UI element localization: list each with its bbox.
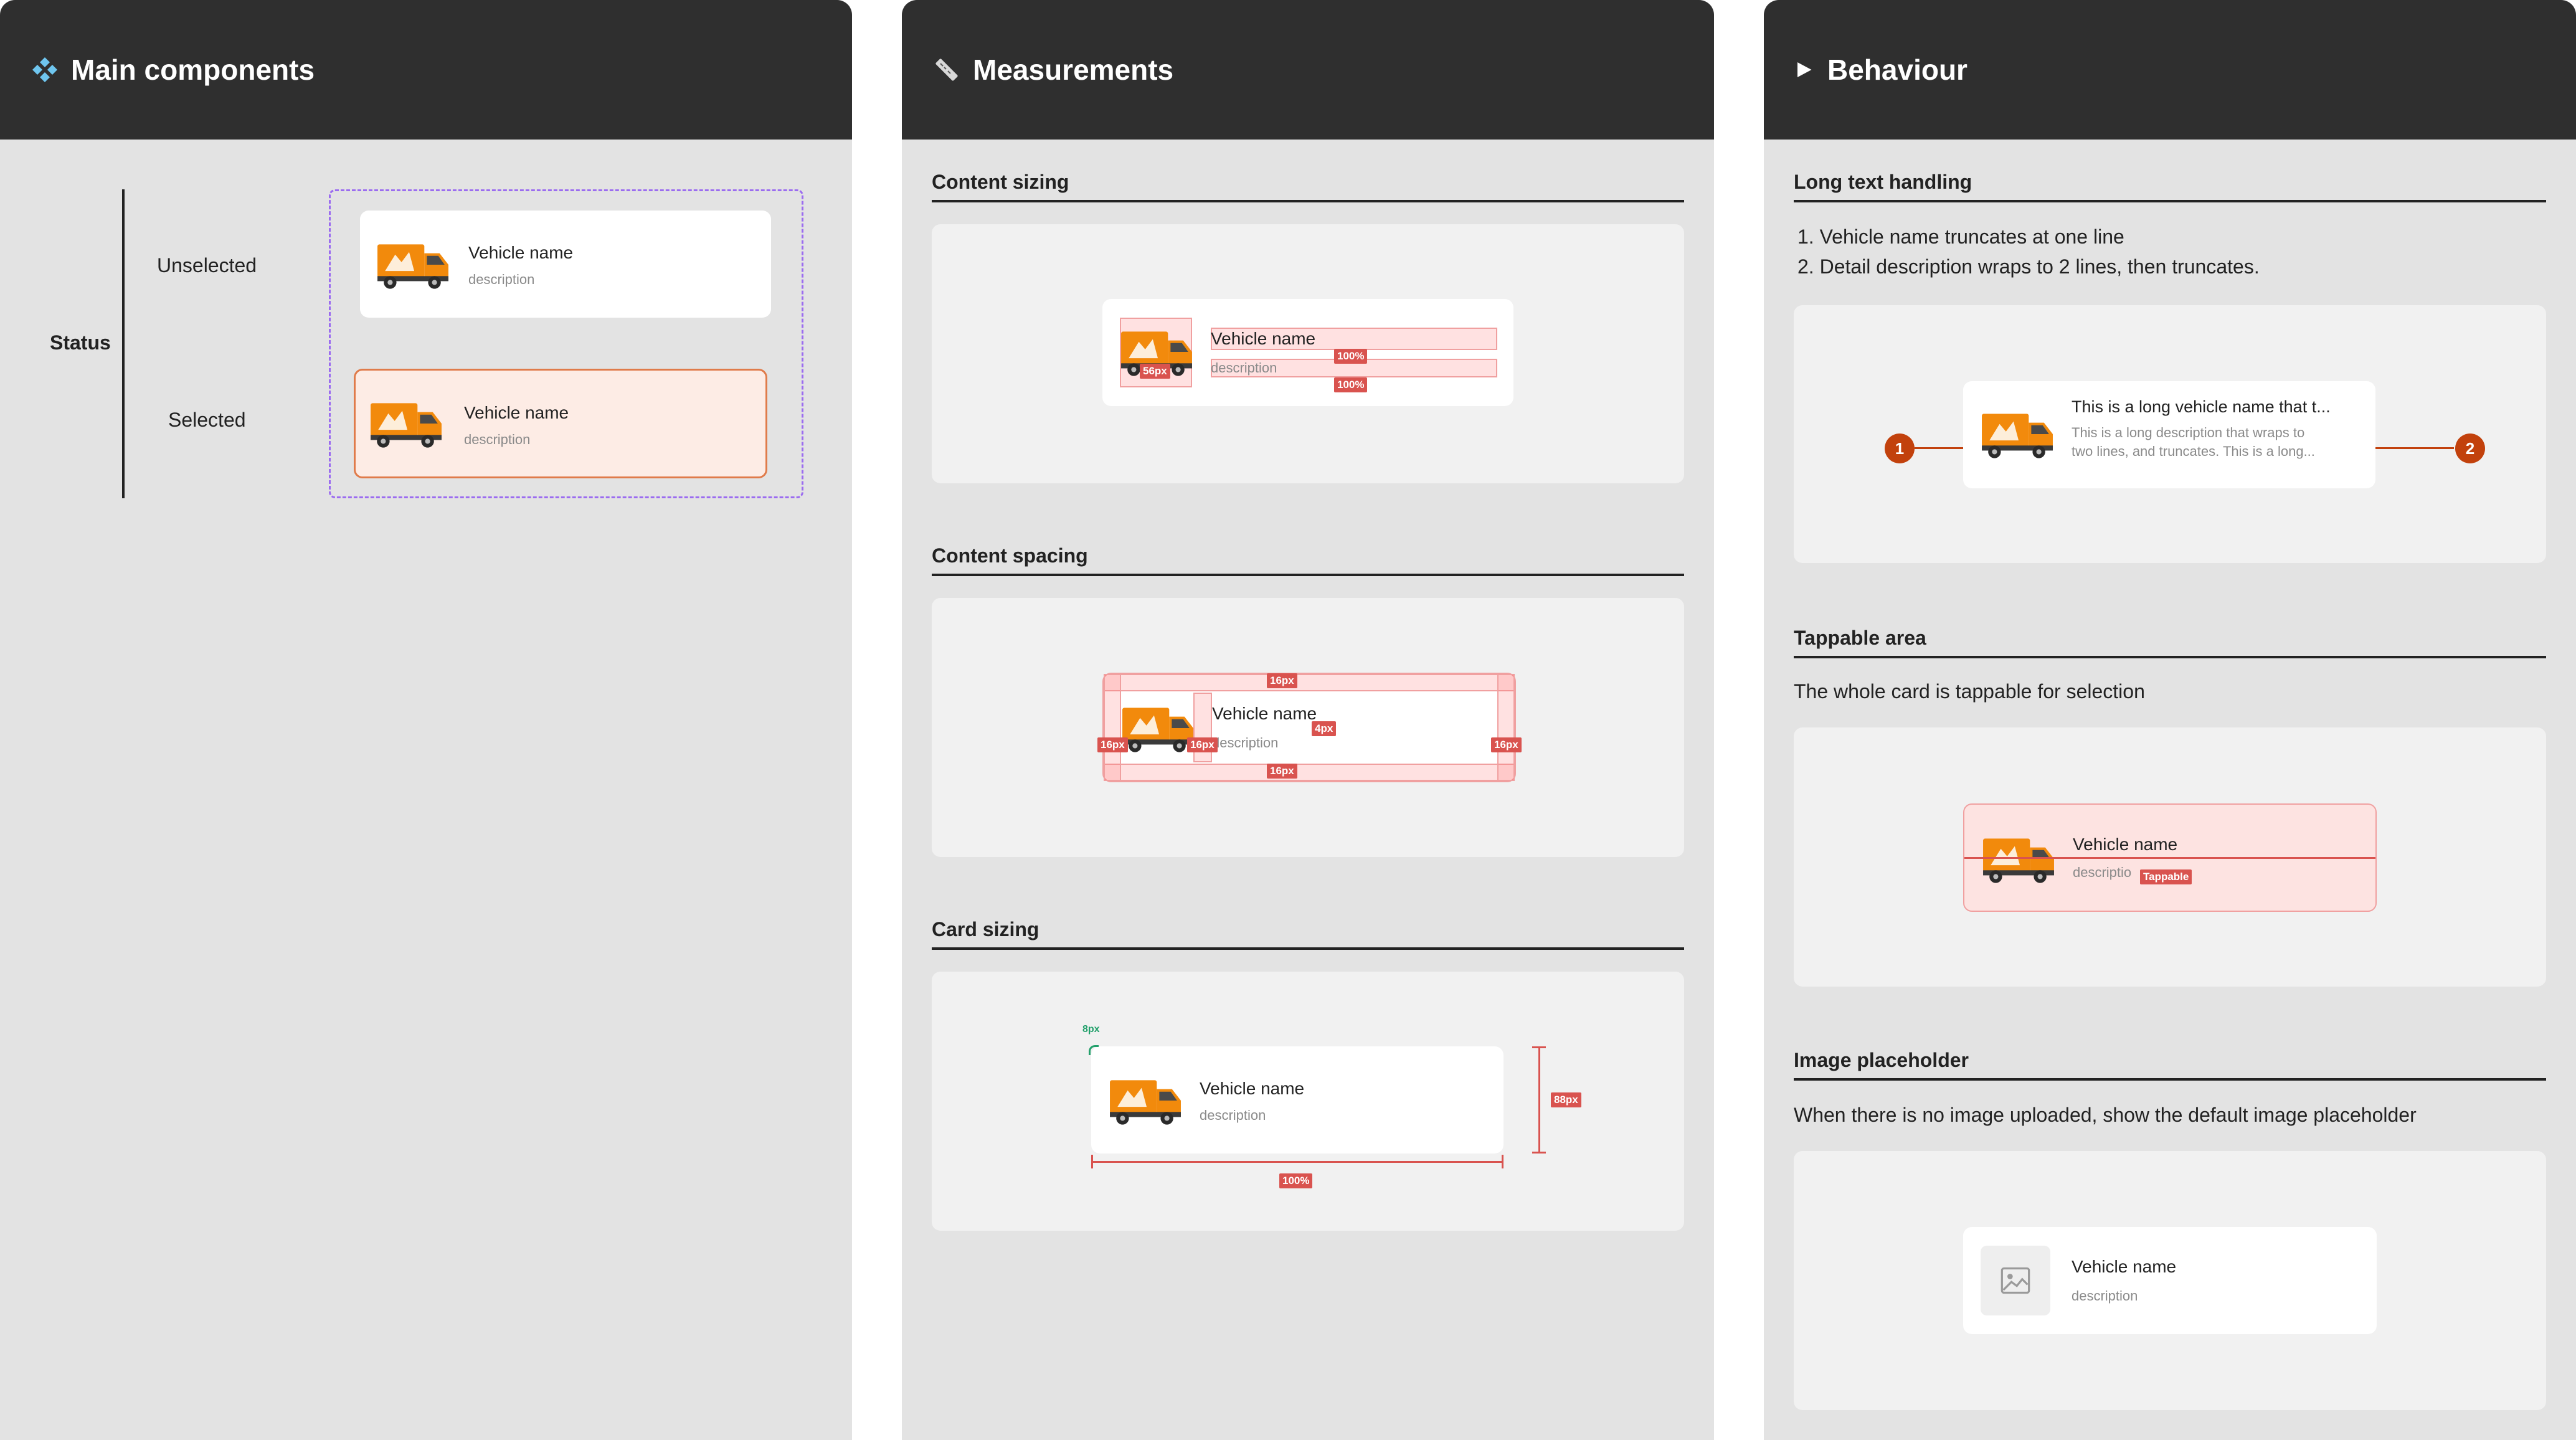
section-title-long-text: Long text handling — [1794, 171, 2546, 202]
section-title-image-placeholder: Image placeholder — [1794, 1049, 2546, 1081]
height-tag: 88px — [1551, 1092, 1581, 1107]
vehicle-name: This is a long vehicle name that t... — [2072, 397, 2331, 416]
vehicle-name: Vehicle name — [1212, 704, 1317, 723]
desc-width-tag: 100% — [1334, 377, 1368, 392]
vehicle-description: description — [1200, 1107, 1266, 1123]
vehicle-description: description — [1211, 360, 1277, 376]
component-diamond-icon — [32, 57, 57, 82]
vehicle-card-selected[interactable]: Vehicle name description — [354, 369, 767, 478]
vehicle-card: Vehicle name description — [1091, 1046, 1503, 1153]
card-sizing-demo: Vehicle name description 8px 88px 100% — [932, 972, 1684, 1231]
rule-text: Vehicle name truncates at one line — [1819, 225, 2124, 248]
vehicle-image — [1982, 414, 2053, 458]
vehicle-name: Vehicle name — [464, 403, 569, 422]
long-text-demo: 1 2 This is a long vehicle name that t..… — [1794, 305, 2546, 563]
panel-header: Main components — [0, 0, 852, 140]
panel-title-text: Main components — [71, 54, 315, 86]
width-cap-left — [1091, 1155, 1093, 1168]
panel-title-text: Behaviour — [1827, 54, 1968, 86]
vehicle-name: Vehicle name — [2073, 835, 2178, 854]
height-cap-top — [1532, 1046, 1546, 1048]
panel-title: Measurements — [932, 49, 1173, 91]
width-line — [1091, 1161, 1503, 1163]
name-width-tag: 100% — [1334, 349, 1368, 364]
marker-1: 1 — [1885, 433, 1915, 463]
callout-line-2 — [2367, 447, 2454, 449]
panel-title-text: Measurements — [973, 54, 1174, 86]
width-cap-right — [1502, 1155, 1503, 1168]
width-tag: 100% — [1279, 1173, 1313, 1188]
section-title-content-sizing: Content sizing — [932, 171, 1684, 202]
gap-tag: 16px — [1187, 737, 1218, 752]
image-placeholder-demo: Vehicle name description — [1794, 1151, 2546, 1410]
vehicle-name: Vehicle name — [1200, 1079, 1305, 1098]
long-text-rule-1: 1. Vehicle name truncates at one line — [1797, 225, 2124, 248]
vehicle-description-line-1: This is a long description that wraps to — [2072, 425, 2305, 440]
behaviour-panel: Behaviour Long text handling 1. Vehicle … — [1764, 0, 2576, 1440]
image-placeholder-box — [1981, 1246, 2050, 1315]
panel-title: Main components — [30, 49, 315, 91]
padding-left-highlight — [1104, 674, 1121, 781]
panel-header: Measurements — [902, 0, 1714, 140]
vehicle-image — [1122, 708, 1193, 752]
play-triangle-icon — [1797, 62, 1812, 77]
section-title-card-sizing: Card sizing — [932, 918, 1684, 950]
vehicle-description-line-2: two lines, and truncates. This is a long… — [2072, 443, 2315, 459]
image-placeholder-icon — [2001, 1267, 2030, 1294]
vehicle-description: description — [1212, 735, 1279, 751]
vehicle-card-tappable[interactable]: Vehicle name descriptio Tappable — [1963, 803, 2377, 912]
vehicle-card-unselected[interactable]: Vehicle name description — [360, 211, 771, 318]
placeholder-description: When there is no image uploaded, show th… — [1794, 1104, 2417, 1126]
padding-left-tag: 16px — [1097, 737, 1128, 752]
rule-text: Detail description wraps to 2 lines, the… — [1819, 255, 2260, 278]
vehicle-name: Vehicle name — [2072, 1257, 2177, 1276]
vehicle-card-placeholder: Vehicle name description — [1963, 1227, 2377, 1334]
vehicle-card: Vehicle name description 56px 100% 100% — [1102, 299, 1513, 406]
selected-label: Selected — [168, 409, 246, 431]
content-spacing-demo: Vehicle name description 16px 16px 16px … — [932, 598, 1684, 857]
vehicle-card: Vehicle name description 16px 16px 16px … — [1097, 673, 1522, 782]
vehicle-image — [1110, 1080, 1181, 1125]
vehicle-card-long-text: This is a long vehicle name that t... Th… — [1963, 381, 2375, 488]
main-components-panel: Main components Status Unselected Select… — [0, 0, 852, 1440]
padding-right-highlight — [1497, 674, 1515, 781]
height-cap-bottom — [1532, 1152, 1546, 1153]
image-size-tag: 56px — [1140, 364, 1170, 379]
ruler-icon — [935, 59, 958, 81]
padding-top-tag: 16px — [1267, 673, 1297, 688]
radius-tag: 8px — [1082, 1024, 1100, 1035]
vehicle-description: description — [468, 272, 535, 287]
vehicle-name: Vehicle name — [468, 243, 574, 262]
long-text-rule-2: 2. Detail description wraps to 2 lines, … — [1797, 255, 2260, 278]
status-axis-line — [122, 189, 125, 498]
unselected-label: Unselected — [157, 254, 257, 277]
tappable-tag: Tappable — [2140, 869, 2192, 884]
vehicle-image — [377, 244, 448, 289]
vehicle-name: Vehicle name — [1211, 329, 1316, 348]
section-title-content-spacing: Content spacing — [932, 544, 1684, 576]
vehicle-description: description — [464, 432, 531, 447]
marker-2: 2 — [2455, 433, 2485, 463]
panel-header: Behaviour — [1764, 0, 2576, 140]
measurements-panel: Measurements Content sizing Vehicle name… — [902, 0, 1714, 1440]
tappable-line — [1964, 857, 2375, 859]
padding-bottom-tag: 16px — [1267, 764, 1297, 779]
vehicle-description: description — [2072, 1288, 2138, 1304]
height-line — [1538, 1046, 1540, 1153]
status-label: Status — [50, 331, 111, 354]
padding-bottom-highlight — [1104, 764, 1515, 781]
padding-right-tag: 16px — [1491, 737, 1522, 752]
tappable-description: The whole card is tappable for selection — [1794, 680, 2145, 703]
text-gap-tag: 4px — [1312, 721, 1337, 736]
vehicle-image — [1983, 838, 2054, 883]
section-title-tappable: Tappable area — [1794, 627, 2546, 658]
padding-top-highlight — [1104, 674, 1515, 691]
panel-title: Behaviour — [1794, 49, 1968, 91]
vehicle-image — [371, 403, 442, 448]
content-sizing-demo: Vehicle name description 56px 100% 100% — [932, 224, 1684, 483]
tappable-demo: Vehicle name descriptio Tappable — [1794, 727, 2546, 987]
vehicle-description: descriptio — [2073, 864, 2132, 880]
radius-marker — [1089, 1045, 1099, 1055]
